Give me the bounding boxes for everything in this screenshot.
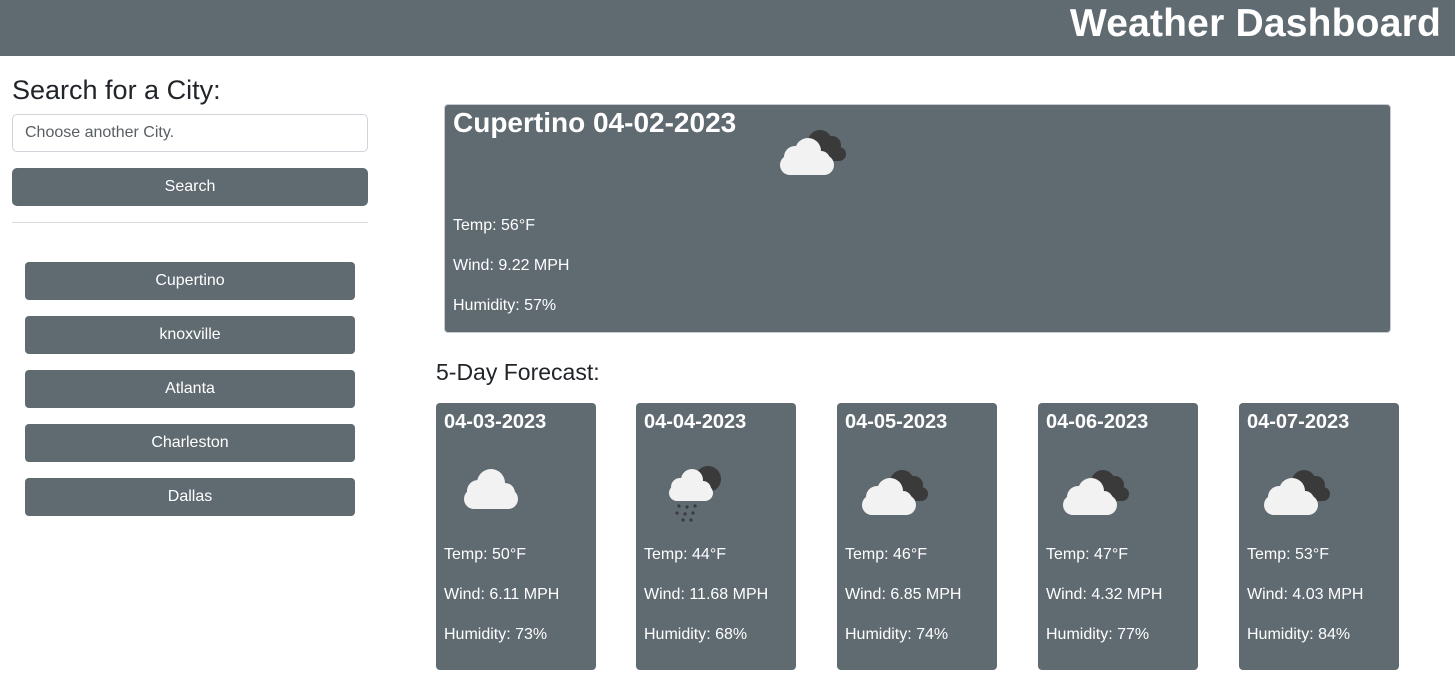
search-button[interactable]: Search xyxy=(12,168,368,206)
forecast-wind: Wind: 11.68 MPH xyxy=(644,586,769,603)
history-city-button[interactable]: knoxville xyxy=(25,316,355,354)
forecast-humidity: Humidity: 73% xyxy=(444,626,548,643)
history-city-button[interactable]: Charleston xyxy=(25,424,355,462)
forecast-humidity: Humidity: 77% xyxy=(1046,626,1150,643)
city-search-input[interactable] xyxy=(12,114,368,152)
broken-clouds-icon xyxy=(1058,467,1138,522)
header-bar: Weather Dashboard xyxy=(0,0,1455,56)
broken-clouds-icon xyxy=(775,127,855,182)
forecast-wind: Wind: 6.11 MPH xyxy=(444,586,560,603)
search-sidebar: Search for a City: Search Cupertino knox… xyxy=(12,72,368,516)
forecast-temp: Temp: 50°F xyxy=(444,546,526,563)
forecast-date: 04-06-2023 xyxy=(1046,411,1149,433)
rain-icon xyxy=(666,463,726,528)
forecast-wind: Wind: 4.32 MPH xyxy=(1046,586,1163,603)
forecast-date: 04-07-2023 xyxy=(1247,411,1350,433)
forecast-date: 04-04-2023 xyxy=(644,411,747,433)
forecast-card: 04-03-2023 Temp: 50°F Wind: 6.11 MPH Hum… xyxy=(436,403,596,670)
current-city-date: Cupertino 04-02-2023 xyxy=(453,107,737,138)
forecast-date: 04-03-2023 xyxy=(444,411,547,433)
forecast-card: 04-04-2023 Temp: 44°F Wind: 11.68 MPH Hu… xyxy=(636,403,796,670)
current-wind: Wind: 9.22 MPH xyxy=(453,257,570,274)
forecast-temp: Temp: 47°F xyxy=(1046,546,1128,563)
cloud-icon xyxy=(458,461,538,516)
forecast-card: 04-05-2023 Temp: 46°F Wind: 6.85 MPH Hum… xyxy=(837,403,997,670)
broken-clouds-icon xyxy=(1259,467,1339,522)
search-history-list: Cupertino knoxville Atlanta Charleston D… xyxy=(25,262,355,532)
forecast-temp: Temp: 44°F xyxy=(644,546,726,563)
forecast-card: 04-06-2023 Temp: 47°F Wind: 4.32 MPH Hum… xyxy=(1038,403,1198,670)
forecast-humidity: Humidity: 84% xyxy=(1247,626,1351,643)
broken-clouds-icon xyxy=(857,467,937,522)
forecast-wind: Wind: 6.85 MPH xyxy=(845,586,962,603)
forecast-temp: Temp: 46°F xyxy=(845,546,927,563)
history-city-button[interactable]: Dallas xyxy=(25,478,355,516)
forecast-humidity: Humidity: 74% xyxy=(845,626,949,643)
search-heading: Search for a City: xyxy=(12,75,221,105)
page-title: Weather Dashboard xyxy=(1069,2,1441,45)
forecast-wind: Wind: 4.03 MPH xyxy=(1247,586,1364,603)
divider xyxy=(12,222,368,223)
forecast-card: 04-07-2023 Temp: 53°F Wind: 4.03 MPH Hum… xyxy=(1239,403,1399,670)
forecast-temp: Temp: 53°F xyxy=(1247,546,1329,563)
forecast-date: 04-05-2023 xyxy=(845,411,948,433)
forecast-heading: 5-Day Forecast: xyxy=(436,359,600,385)
current-weather-card: Cupertino 04-02-2023 Temp: 56°F Wind: 9.… xyxy=(444,104,1391,333)
history-city-button[interactable]: Cupertino xyxy=(25,262,355,300)
forecast-humidity: Humidity: 68% xyxy=(644,626,748,643)
history-city-button[interactable]: Atlanta xyxy=(25,370,355,408)
current-temp: Temp: 56°F xyxy=(453,217,535,234)
current-humidity: Humidity: 57% xyxy=(453,297,557,314)
